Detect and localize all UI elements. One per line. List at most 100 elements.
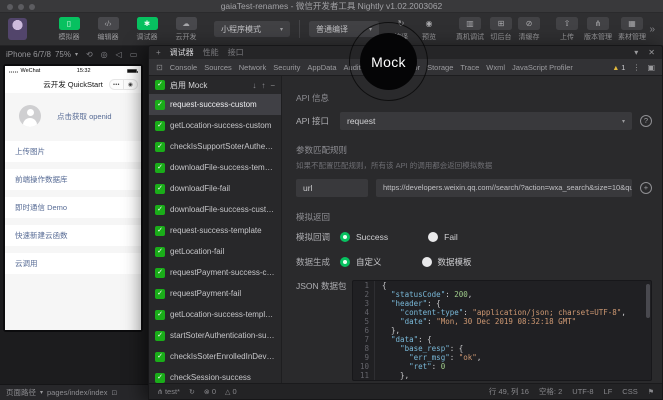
capsule-menu[interactable]: ••• ◉ (109, 79, 138, 90)
copy-icon[interactable]: ⊡ (111, 389, 117, 397)
inspect-element-icon[interactable]: ⊡ (156, 63, 163, 72)
get-openid-link[interactable]: 点击获取 openid (57, 111, 112, 122)
warning-counter[interactable]: △ 0 (225, 387, 237, 396)
mock-rule-checkbox[interactable]: ✓ (155, 310, 165, 320)
success-radio-label[interactable]: Success (356, 232, 388, 242)
mock-rule-item[interactable]: ✓ checkSession-success (149, 367, 281, 383)
mock-rule-item[interactable]: ✓ getLocation-success-custom (149, 115, 281, 136)
mock-rule-item[interactable]: ✓ getLocation-success-template (149, 304, 281, 325)
debugger-header-tab[interactable]: 接口 (228, 47, 244, 58)
toolbar-overflow-button[interactable]: » (649, 24, 655, 35)
display-icon[interactable]: ▭ (130, 50, 138, 59)
json-editor[interactable]: 1{2 "statusCode": 200,3 "header": {4 "co… (352, 280, 652, 381)
eol-setting[interactable]: LF (604, 387, 613, 396)
debugger-header-tab[interactable]: 性能 (203, 47, 219, 58)
sound-icon[interactable]: ◁ (116, 50, 122, 59)
indent-setting[interactable]: 空格: 2 (539, 386, 562, 397)
phone-menu-item[interactable]: 快速新建云函数 (5, 225, 141, 246)
location-icon[interactable]: ◎ (101, 50, 108, 59)
mock-rule-item[interactable]: ✓ requestPayment-success-custom (149, 262, 281, 283)
toolbar-action-button[interactable]: ◉ 预览 (418, 17, 440, 42)
mock-rule-checkbox[interactable]: ✓ (155, 247, 165, 257)
device-model-select[interactable]: iPhone 6/7/8 (6, 50, 51, 59)
undock-icon[interactable]: ▣ (647, 63, 655, 72)
phone-menu-item[interactable]: 云调用 (5, 253, 141, 274)
param-value-input[interactable]: https://developers.weixin.qq.com//search… (376, 179, 632, 197)
mock-rule-item[interactable]: ✓ downloadFile-fail (149, 178, 281, 199)
mock-rule-item[interactable]: ✓ request-success-template (149, 220, 281, 241)
mock-rule-checkbox[interactable]: ✓ (155, 100, 165, 110)
devtools-tab[interactable]: Storage (427, 63, 453, 72)
toolbar-action-button[interactable]: ⇧ 上传 (556, 17, 578, 42)
toolbar-action-button[interactable]: ⊞ 切后台 (490, 17, 512, 42)
mock-rule-checkbox[interactable]: ✓ (155, 184, 165, 194)
devtools-tab[interactable]: Sources (204, 63, 232, 72)
language-mode[interactable]: CSS (622, 387, 637, 396)
mock-rule-item[interactable]: ✓ checkIsSoterEnrolledInDevice (149, 346, 281, 367)
mock-rule-checkbox[interactable]: ✓ (155, 121, 165, 131)
import-icon[interactable]: ↓ (252, 81, 256, 90)
mock-rule-checkbox[interactable]: ✓ (155, 163, 165, 173)
more-menu-icon[interactable]: ⋮ (632, 63, 640, 72)
fail-radio[interactable] (428, 232, 438, 242)
toolbar-action-button[interactable]: ⋔ 版本管理 (584, 17, 612, 42)
mock-rule-item[interactable]: ✓ checkIsSupportSoterAuthentication-succ… (149, 136, 281, 157)
add-tab-icon[interactable]: + (156, 48, 161, 57)
mock-rule-item[interactable]: ✓ request-success-custom (149, 94, 281, 115)
toolbar-action-button[interactable]: ▥ 真机调试 (456, 17, 484, 42)
cursor-position[interactable]: 行 49, 列 16 (489, 386, 529, 397)
remove-icon[interactable]: − (270, 81, 275, 90)
custom-data-radio-label[interactable]: 自定义 (356, 256, 382, 268)
more-icon[interactable]: ••• (110, 80, 124, 90)
help-icon[interactable]: ? (640, 115, 652, 127)
mock-rule-checkbox[interactable]: ✓ (155, 268, 165, 278)
mock-rule-item[interactable]: ✓ requestPayment-fail (149, 283, 281, 304)
mock-rule-checkbox[interactable]: ✓ (155, 373, 165, 383)
phone-menu-item[interactable]: 上传图片 (5, 141, 141, 162)
warning-icon[interactable]: ▲1 (612, 63, 625, 72)
enable-mock-checkbox[interactable]: ✓ (155, 80, 165, 90)
mock-rule-checkbox[interactable]: ✓ (155, 226, 165, 236)
mock-rule-checkbox[interactable]: ✓ (155, 331, 165, 341)
mode-toggle-button[interactable]: ‹/› 编辑器 (92, 17, 124, 42)
mode-toggle-button[interactable]: ✱ 调试器 (131, 17, 163, 42)
program-mode-select[interactable]: 小程序模式 ▾ (214, 21, 290, 37)
toolbar-action-button[interactable]: ⊘ 清缓存 (518, 17, 540, 42)
devtools-tab[interactable]: Trace (460, 63, 479, 72)
editor-scrollbar[interactable] (646, 284, 650, 318)
success-radio[interactable] (340, 232, 350, 242)
page-path-label[interactable]: 页面路径 (6, 387, 36, 398)
devtools-tab[interactable]: Security (273, 63, 300, 72)
devtools-tab[interactable]: JavaScript Profiler (512, 63, 573, 72)
phone-menu-item[interactable]: 即时通信 Demo (5, 197, 141, 218)
mock-rule-checkbox[interactable]: ✓ (155, 142, 165, 152)
feedback-icon[interactable]: ⚑ (648, 388, 654, 396)
add-rule-icon[interactable]: + (640, 182, 652, 194)
mock-rule-item[interactable]: ✓ startSoterAuthentication-success (149, 325, 281, 346)
collapse-icon[interactable]: ▾ (634, 48, 638, 57)
template-data-radio[interactable] (422, 257, 432, 267)
fail-radio-label[interactable]: Fail (444, 232, 458, 242)
zoom-level-select[interactable]: 75% (55, 50, 71, 59)
api-select[interactable]: request ▾ (340, 112, 632, 130)
exit-icon[interactable]: ◉ (124, 80, 137, 90)
phone-menu-item[interactable]: 前端操作数据库 (5, 169, 141, 190)
debugger-header-tab[interactable]: 调试器 (170, 47, 194, 58)
devtools-tab[interactable]: Wxml (486, 63, 505, 72)
export-icon[interactable]: ↑ (261, 81, 265, 90)
git-branch-indicator[interactable]: ⋔ test* (157, 387, 180, 396)
mock-rule-checkbox[interactable]: ✓ (155, 352, 165, 362)
devtools-tab[interactable]: Network (239, 63, 267, 72)
encoding-setting[interactable]: UTF-8 (572, 387, 593, 396)
custom-data-radio[interactable] (340, 257, 350, 267)
devtools-tab[interactable]: Console (170, 63, 198, 72)
account-avatar[interactable] (8, 18, 27, 40)
mock-rule-checkbox[interactable]: ✓ (155, 289, 165, 299)
error-counter[interactable]: ⊗ 0 (204, 387, 216, 396)
mock-rule-item[interactable]: ✓ getLocation-fail (149, 241, 281, 262)
param-key-input[interactable]: url (296, 179, 368, 197)
compile-mode-select[interactable]: 普通编译 ▾ (309, 21, 379, 37)
mock-rule-item[interactable]: ✓ downloadFile-success-template (149, 157, 281, 178)
mock-rule-item[interactable]: ✓ downloadFile-success-custom (149, 199, 281, 220)
toolbar-action-button[interactable]: ▦ 素材管理 (618, 17, 646, 42)
